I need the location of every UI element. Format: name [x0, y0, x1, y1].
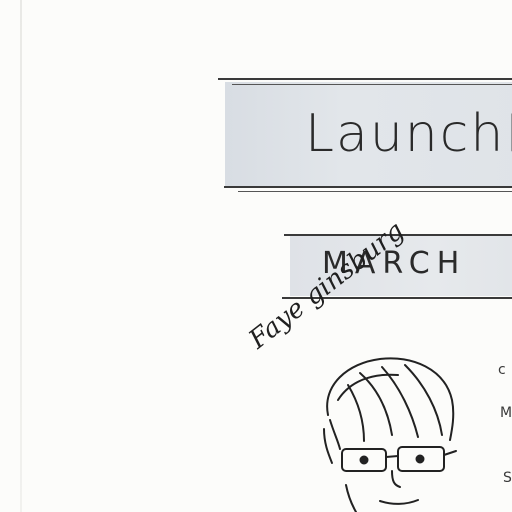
- page-edge: [20, 0, 22, 512]
- portrait-sketch: [323, 357, 457, 512]
- title-bottom-rule: [224, 186, 512, 188]
- title-bottom-rule-secondary: [238, 191, 512, 192]
- title-top-rule: [218, 78, 512, 80]
- sketchbook-page: LaunchPa MARCH Faye ginsburg: [0, 0, 512, 512]
- banner-title: LaunchPa: [305, 104, 512, 164]
- title-top-rule-secondary: [232, 84, 512, 85]
- margin-note-2: M: [500, 405, 512, 421]
- margin-note-3: S: [503, 470, 512, 486]
- margin-note-1: c: [498, 362, 506, 378]
